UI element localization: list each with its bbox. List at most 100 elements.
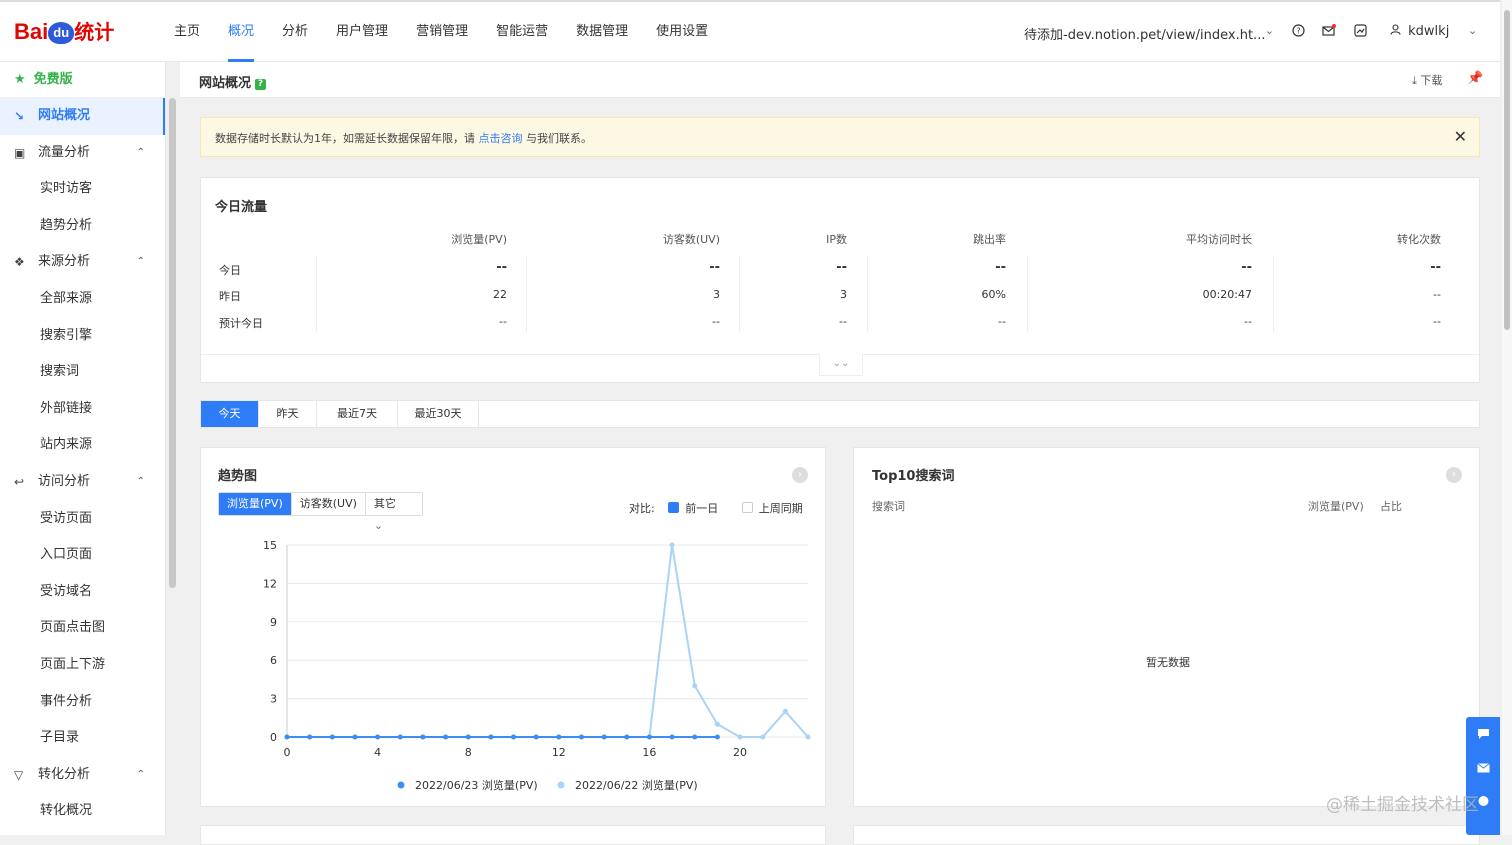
data-point[interactable]	[782, 708, 788, 714]
data-point[interactable]	[443, 734, 449, 740]
data-point[interactable]	[624, 734, 630, 740]
period-tabs: 今天 昨天 最近7天 最近30天	[200, 400, 1480, 428]
sidebar-item[interactable]: ❖ 来源分析 ⌃	[0, 244, 165, 281]
data-point[interactable]	[307, 734, 313, 740]
sidebar-item[interactable]: ↩ 访问分析 ⌃	[0, 464, 165, 501]
message-icon[interactable]	[1321, 24, 1337, 40]
more-arrow-icon[interactable]: ›	[1446, 467, 1462, 483]
page-scrollbar[interactable]	[1502, 0, 1512, 835]
sidebar-item[interactable]: 页面上下游	[0, 647, 165, 684]
checkbox-prev-day[interactable]	[668, 502, 680, 513]
sidebar-item[interactable]: 搜索词	[0, 354, 165, 391]
feedback-icon[interactable]	[1476, 728, 1490, 740]
baidu-tongji-logo[interactable]: Bai du 统计	[14, 16, 124, 52]
user-menu[interactable]: kdwlkj ⌄	[1390, 24, 1480, 39]
data-point[interactable]	[669, 542, 675, 548]
traffic-cell: 00:20:47	[1202, 288, 1252, 301]
legend-label[interactable]: 2022/06/23 浏览量(PV)	[415, 778, 538, 792]
sidebar-item[interactable]: 实时访客	[0, 171, 165, 208]
data-point[interactable]	[646, 734, 652, 740]
sidebar-item[interactable]: 子目录	[0, 720, 165, 757]
sidebar-scrollbar[interactable]	[169, 98, 176, 588]
sidebar-item[interactable]: 站内来源	[0, 427, 165, 464]
data-point[interactable]	[397, 734, 403, 740]
data-point[interactable]	[692, 734, 698, 740]
page-title-text: 网站概况	[199, 76, 252, 91]
period-tab[interactable]: 最近7天	[317, 401, 398, 427]
nav-item[interactable]: 智能运营	[482, 2, 562, 62]
sidebar-item[interactable]: 受访域名	[0, 574, 165, 611]
site-selector[interactable]: 待添加-dev.notion.pet/view/index.ht... ⌄	[1024, 24, 1274, 43]
nav-item[interactable]: 主页	[160, 2, 214, 62]
more-arrow-icon[interactable]: ›	[792, 467, 808, 483]
sidebar-item[interactable]: 页面点击图	[0, 610, 165, 647]
data-point[interactable]	[805, 734, 811, 740]
help-icon[interactable]: ?	[1290, 24, 1306, 40]
consult-link[interactable]: 点击咨询	[479, 132, 523, 145]
sidebar-item[interactable]: 外部链接	[0, 391, 165, 428]
pin-icon[interactable]: 📌	[1467, 71, 1483, 86]
traffic-cell: 22	[493, 288, 507, 301]
download-button[interactable]: ⤓ 下载	[1412, 72, 1442, 88]
data-point[interactable]	[465, 734, 471, 740]
sidebar-item[interactable]: 事件分析	[0, 684, 165, 721]
sidebar-item-label: 子目录	[40, 730, 80, 746]
data-point[interactable]	[669, 734, 675, 740]
expand-chevron-icon[interactable]: ⌄⌄	[819, 354, 863, 376]
col-pv: 浏览量(PV)	[1308, 500, 1364, 513]
data-point[interactable]	[284, 734, 290, 740]
data-point[interactable]	[329, 734, 335, 740]
mail-icon[interactable]	[1476, 762, 1490, 774]
close-icon[interactable]: ✕	[1454, 127, 1467, 146]
top-bar: Bai du 统计 主页 概况 分析 用户管理 营销管理 智能运营 数据管理 使用设置 待添加-d…	[0, 0, 1500, 62]
floating-toolbar	[1466, 717, 1500, 835]
sidebar-item[interactable]: ↘ 网站概况	[0, 98, 165, 135]
sidebar-item[interactable]: ▽ 转化分析 ⌃	[0, 757, 165, 794]
sidebar-item[interactable]: 全部来源	[0, 281, 165, 318]
data-point[interactable]	[601, 734, 607, 740]
nav-item[interactable]: 使用设置	[642, 2, 722, 62]
image-icon[interactable]	[1352, 24, 1368, 40]
metric-option[interactable]: 其它 ⌄	[366, 493, 422, 532]
nav-item[interactable]: 营销管理	[402, 2, 482, 62]
help-badge-icon[interactable]: ?	[255, 79, 267, 90]
data-point[interactable]	[511, 734, 517, 740]
period-tab[interactable]: 今天	[201, 401, 259, 427]
data-point[interactable]	[714, 734, 720, 740]
data-point[interactable]	[714, 721, 720, 727]
free-plan-badge[interactable]: ★ 免费版	[0, 62, 165, 98]
column-divider	[316, 256, 317, 332]
chevron-up-icon: ⌃	[136, 768, 145, 780]
nav-item[interactable]: 分析	[268, 2, 322, 62]
period-tab[interactable]: 昨天	[259, 401, 317, 427]
sidebar-item[interactable]: 受访页面	[0, 501, 165, 538]
data-point[interactable]	[760, 734, 766, 740]
data-point[interactable]	[420, 734, 426, 740]
traffic-cell: --	[998, 315, 1006, 328]
trend-card: 趋势图 › 浏览量(PV) 访客数(UV) 其它 ⌄ 对比: 前一日 上周同期 0 3…	[200, 447, 826, 807]
sidebar-item[interactable]: 趋势分析	[0, 208, 165, 245]
metric-option[interactable]: 访客数(UV)	[292, 493, 366, 515]
data-point[interactable]	[578, 734, 584, 740]
period-tab[interactable]: 最近30天	[398, 401, 479, 427]
data-point[interactable]	[556, 734, 562, 740]
nav-item[interactable]: 概况	[214, 2, 268, 62]
data-point[interactable]	[375, 734, 381, 740]
sidebar-item[interactable]: 搜索引擎	[0, 318, 165, 355]
data-point[interactable]	[533, 734, 539, 740]
nav-item[interactable]: 用户管理	[322, 2, 402, 62]
sidebar-item[interactable]: ▣ 流量分析 ⌃	[0, 135, 165, 172]
nav-item[interactable]: 数据管理	[562, 2, 642, 62]
data-point[interactable]	[692, 683, 698, 689]
data-point[interactable]	[737, 734, 743, 740]
sidebar-item[interactable]: 入口页面	[0, 537, 165, 574]
checkbox-last-week[interactable]	[741, 502, 753, 513]
sidebar-item[interactable]: 转化概况	[0, 793, 165, 830]
notice-banner: 数据存储时长默认为1年，如需延长数据保留年限，请 点击咨询 与我们联系。 ✕	[200, 117, 1480, 157]
data-point[interactable]	[488, 734, 494, 740]
page-scrollbar-thumb[interactable]	[1504, 10, 1510, 330]
data-point[interactable]	[352, 734, 358, 740]
traffic-row-label: 昨日	[219, 290, 241, 303]
metric-option[interactable]: 浏览量(PV)	[219, 493, 292, 515]
legend-label[interactable]: 2022/06/22 浏览量(PV)	[575, 778, 698, 792]
